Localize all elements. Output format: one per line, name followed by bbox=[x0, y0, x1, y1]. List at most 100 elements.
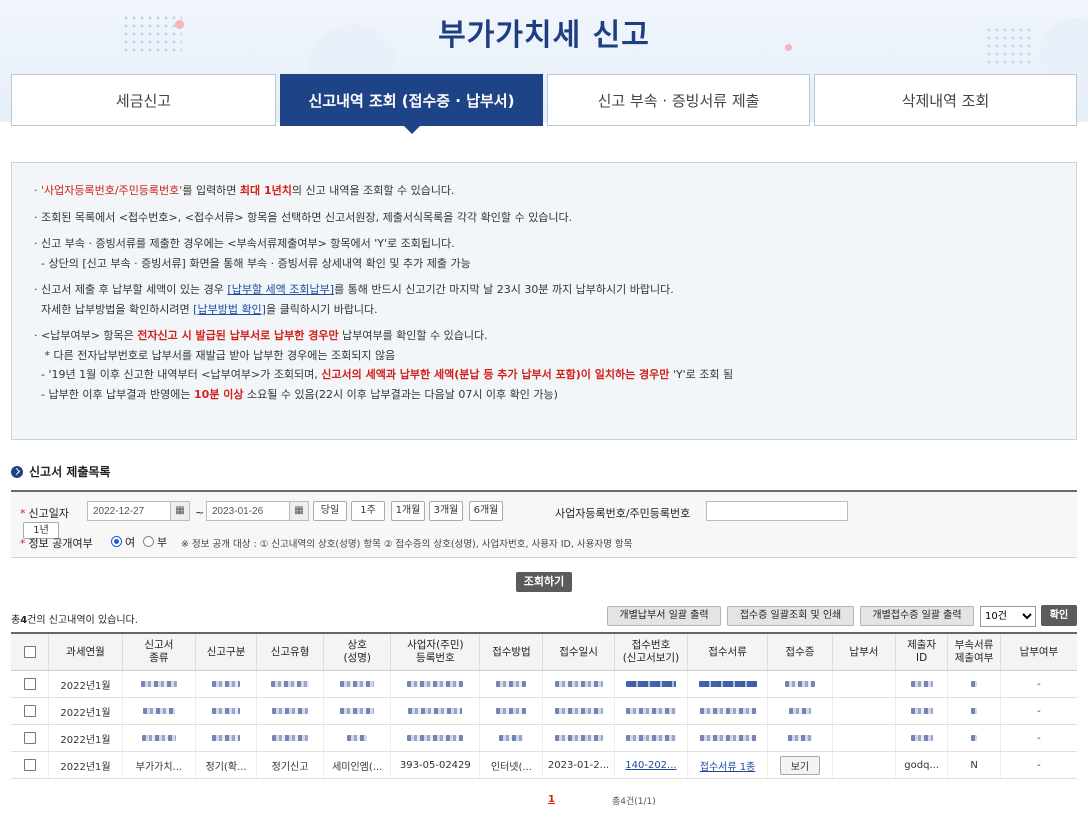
notice-line: · '사업자등록번호/주민등록번호'를 입력하면 최대 1년치의 신고 내역을 … bbox=[34, 184, 455, 197]
cell-attach: N bbox=[947, 751, 1001, 779]
col-header: 신고유형 bbox=[255, 632, 324, 671]
radio-icon bbox=[143, 536, 154, 547]
col-header: 납부서 bbox=[831, 632, 896, 671]
tab-tax-filing[interactable]: 세금신고 bbox=[11, 74, 276, 126]
cell-type: 정기신고 bbox=[255, 751, 324, 779]
disclosure-no-radio[interactable]: 부 bbox=[143, 534, 167, 550]
notice-subline: 자세한 납부방법을 확인하시려면 [납부방법 확인]을 클릭하시기 바랍니다. bbox=[41, 302, 378, 316]
payment-method-link[interactable]: [납부방법 확인] bbox=[193, 303, 266, 316]
tab-deleted-history[interactable]: 삭제내역 조회 bbox=[814, 74, 1077, 126]
table-header-row: 과세연월 신고서 종류 신고구분 신고유형 상호 (성명) 사업자(주민) 등록번호 … bbox=[11, 632, 1077, 671]
table-row: 2022년1월 부가가치... 정기(확... 정기신고 세미인엠(... 39… bbox=[11, 751, 1077, 779]
col-header: 제출자 ID bbox=[894, 632, 948, 671]
tab-attachments[interactable]: 신고 부속 · 증빙서류 제출 bbox=[547, 74, 810, 126]
date-from-input[interactable] bbox=[87, 501, 171, 521]
active-tab-arrow bbox=[402, 125, 421, 134]
notice-subline: - 상단의 [신고 부속 · 증빙서류] 화면을 통해 부속 · 증빙서류 상세… bbox=[41, 256, 471, 270]
page-link-current[interactable]: 1 bbox=[548, 794, 555, 805]
date-label: * 신고일자 bbox=[20, 507, 69, 520]
col-header: 부속서류 제출여부 bbox=[947, 632, 1001, 671]
bulk-individual-receipt-button[interactable]: 개별접수증 일괄 출력 bbox=[860, 606, 974, 626]
notice-line: · 조회된 목록에서 <접수번호>, <접수서류> 항목을 선택하면 신고서원장… bbox=[34, 210, 573, 224]
period-6month-button[interactable]: 6개월 bbox=[469, 501, 503, 521]
cell-period: 2022년1월 bbox=[48, 670, 123, 698]
page-size-select[interactable]: 10건 bbox=[980, 606, 1036, 627]
cell-name: 세미인엠(... bbox=[323, 751, 391, 779]
cell-period: 2022년1월 bbox=[48, 751, 123, 779]
col-header: 사업자(주민) 등록번호 bbox=[390, 632, 480, 671]
bulk-payment-print-button[interactable]: 개별납부서 일괄 출력 bbox=[607, 606, 721, 626]
notice-subline: - 납부한 이후 납부결과 반영에는 10분 이상 소요될 수 있음(22시 이… bbox=[41, 387, 558, 401]
table-row: 2022년1월 - bbox=[11, 670, 1077, 698]
table-row: 2022년1월 - bbox=[11, 697, 1077, 725]
filing-table: 과세연월 신고서 종류 신고구분 신고유형 상호 (성명) 사업자(주민) 등록번호 … bbox=[11, 632, 1077, 779]
notice-line: · 신고 부속 · 증빙서류를 제출한 경우에는 <부속서류제출여부> 항목에서… bbox=[34, 237, 455, 250]
biz-number-label: 사업자등록번호/주민등록번호 bbox=[555, 507, 691, 520]
col-header: 납부여부 bbox=[999, 632, 1077, 671]
receipt-view-button[interactable] bbox=[766, 670, 833, 698]
col-header: 과세연월 bbox=[48, 632, 123, 671]
calendar-icon[interactable]: ▦ bbox=[170, 501, 190, 521]
period-1month-button[interactable]: 1개월 bbox=[391, 501, 425, 521]
receipt-docs-link[interactable] bbox=[687, 724, 768, 752]
receipt-number-link[interactable] bbox=[613, 670, 688, 698]
cell-time: 2023-01-2... bbox=[542, 751, 615, 779]
tab-filing-history[interactable]: 신고내역 조회 (접수증 · 납부서) bbox=[280, 74, 543, 134]
col-header: 상호 (성명) bbox=[323, 632, 391, 671]
date-range-tilde: ~ bbox=[195, 506, 205, 519]
period-1week-button[interactable]: 1주 bbox=[351, 501, 385, 521]
col-header: 신고구분 bbox=[195, 632, 257, 671]
section-bullet-icon bbox=[11, 465, 23, 478]
bulk-receipt-print-button[interactable]: 접수증 일괄조회 및 인쇄 bbox=[727, 606, 854, 626]
cell-kind: 부가가치... bbox=[121, 751, 196, 779]
receipt-number-link[interactable] bbox=[613, 724, 688, 752]
notice-line: · <납부여부> 항목은 전자신고 시 발급된 납부서로 납부한 경우만 납부여… bbox=[34, 329, 488, 342]
receipt-number-link[interactable] bbox=[613, 697, 688, 725]
date-to-input[interactable] bbox=[206, 501, 290, 521]
row-checkbox[interactable] bbox=[11, 724, 49, 752]
cell-submitter: godq... bbox=[894, 751, 948, 779]
col-header: 접수방법 bbox=[479, 632, 543, 671]
disclosure-label: * 정보 공개여부 bbox=[20, 537, 93, 550]
calendar-icon[interactable]: ▦ bbox=[289, 501, 309, 521]
cell-biz-number: 393-05-02429 bbox=[390, 751, 480, 779]
col-header: 접수번호 (신고서보기) bbox=[613, 632, 688, 671]
period-3month-button[interactable]: 3개월 bbox=[429, 501, 463, 521]
page-summary: 총4건(1/1) bbox=[612, 797, 656, 807]
disclosure-note: ※ 정보 공개 대상 : ① 신고내역의 상호(성명) 항목 ② 접수증의 상호… bbox=[181, 539, 633, 550]
tax-payment-link[interactable]: [납부할 세액 조회납부] bbox=[227, 283, 334, 296]
receipt-view-button[interactable] bbox=[766, 697, 833, 725]
page-title: 부가가치세 신고 bbox=[438, 18, 650, 53]
section-title: 신고서 제출목록 bbox=[11, 463, 110, 480]
cell-division: 정기(확... bbox=[195, 751, 257, 779]
notice-subline: - '19년 1월 이후 신고한 내역부터 <납부여부>가 조회되며, 신고서의… bbox=[41, 368, 734, 381]
receipt-number-link[interactable]: 140-202... bbox=[613, 751, 688, 779]
confirm-button[interactable]: 확인 bbox=[1041, 605, 1077, 626]
row-checkbox[interactable] bbox=[11, 751, 49, 779]
radio-selected-icon bbox=[111, 536, 122, 547]
col-header: 접수서류 bbox=[687, 632, 768, 671]
disclosure-yes-radio[interactable]: 여 bbox=[111, 534, 135, 550]
notice-line: · 신고서 제출 후 납부할 세액이 있는 경우 [납부할 세액 조회납부]를 … bbox=[34, 283, 674, 296]
period-today-button[interactable]: 당일 bbox=[313, 501, 347, 521]
cell-period: 2022년1월 bbox=[48, 724, 123, 752]
select-all-checkbox[interactable] bbox=[11, 632, 49, 671]
receipt-docs-link[interactable] bbox=[687, 670, 768, 698]
notice-box: · '사업자등록번호/주민등록번호'를 입력하면 최대 1년치의 신고 내역을 … bbox=[11, 162, 1077, 440]
col-header: 접수일시 bbox=[542, 632, 615, 671]
receipt-view-button[interactable] bbox=[766, 724, 833, 752]
search-filter: *신고일자 ▦ ~ ▦ 당일 1주 1개월 3개월 6개월 1년 사업자등록번호… bbox=[11, 490, 1077, 558]
table-row: 2022년1월 - bbox=[11, 724, 1077, 752]
row-checkbox[interactable] bbox=[11, 697, 49, 725]
row-checkbox[interactable] bbox=[11, 670, 49, 698]
biz-number-input[interactable] bbox=[706, 501, 848, 521]
col-header: 신고서 종류 bbox=[121, 632, 196, 671]
cell-method: 인터넷(... bbox=[479, 751, 543, 779]
notice-subline: * 다른 전자납부번호로 납부서를 재발급 받아 납부한 경우에는 조회되지 않… bbox=[44, 348, 396, 362]
result-count: 총4건의 신고내역이 있습니다. bbox=[11, 615, 138, 626]
receipt-docs-link[interactable]: 접수서류 1종 bbox=[687, 751, 768, 779]
col-header: 접수증 bbox=[766, 632, 833, 671]
receipt-docs-link[interactable] bbox=[687, 697, 768, 725]
receipt-view-button[interactable]: 보기 bbox=[766, 751, 833, 779]
search-button[interactable]: 조회하기 bbox=[516, 572, 572, 592]
